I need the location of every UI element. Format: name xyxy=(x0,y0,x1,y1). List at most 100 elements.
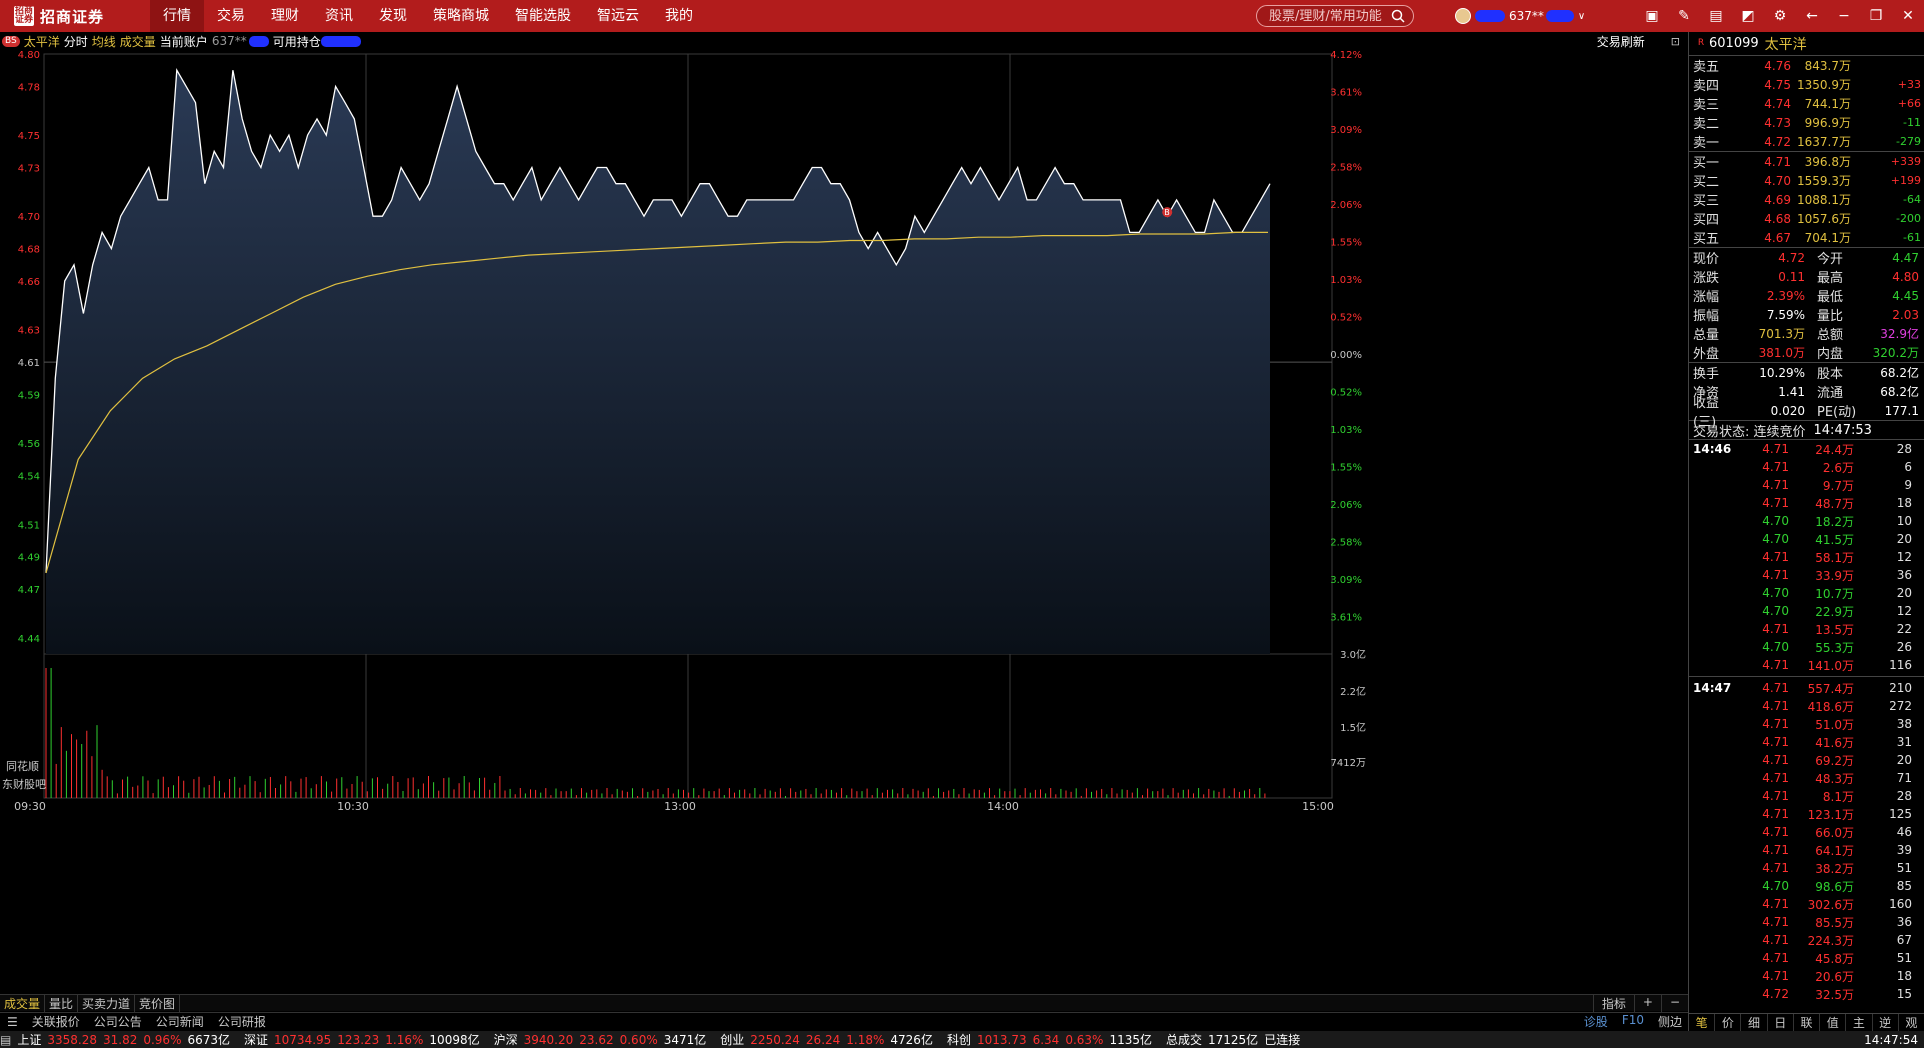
menu-item-8[interactable]: 我的 xyxy=(652,0,706,32)
tick-price: 4.71 xyxy=(1762,753,1789,767)
rz-badge: R xyxy=(1697,38,1705,48)
tick-price: 4.71 xyxy=(1762,622,1789,636)
tick-volume: 557.4万 xyxy=(1807,681,1854,696)
asks-row: 卖二 4.73 996.9万 -11 xyxy=(1689,113,1924,133)
tick-row: 4.71 45.8万 51 xyxy=(1689,949,1924,967)
sidebar-toggle[interactable]: 侧边 xyxy=(1658,1013,1682,1030)
tick-volume: 64.1万 xyxy=(1815,843,1854,858)
tick-volume: 18.2万 xyxy=(1815,514,1854,529)
quote-tab-0[interactable]: 笔 xyxy=(1689,1014,1716,1031)
quote-panel-tabs: 笔价细日联值主逆观 xyxy=(1689,1013,1924,1031)
label-fenshi[interactable]: 分时 xyxy=(64,33,88,50)
menu-item-4[interactable]: 发现 xyxy=(366,0,420,32)
edit-icon[interactable]: ✎ xyxy=(1668,0,1700,32)
diagnose-link[interactable]: 诊股 xyxy=(1584,1013,1608,1030)
f10-link[interactable]: F10 xyxy=(1622,1013,1644,1030)
settings-icon[interactable]: ⊡ xyxy=(1671,35,1680,48)
quote2-value: 0.020 xyxy=(1770,403,1805,418)
price-tick-label: 4.54 xyxy=(18,472,40,483)
intraday-chart[interactable]: 4.80 4.78 4.75 4.73 4.70 4.68 4.66 4.63 4.61 4.59… xyxy=(0,50,1688,982)
chart-svg[interactable]: 4.80 4.78 4.75 4.73 4.70 4.68 4.66 4.63 4.61 4.59… xyxy=(0,50,1688,994)
bs-badge[interactable]: BS xyxy=(2,35,20,47)
tick-row: 4.70 41.5万 20 xyxy=(1689,530,1924,548)
indicator-button[interactable]: 指标 xyxy=(1592,994,1634,1012)
quote-tab-3[interactable]: 日 xyxy=(1768,1014,1794,1031)
quote-tab-5[interactable]: 值 xyxy=(1820,1014,1847,1031)
tick-volume: 33.9万 xyxy=(1815,568,1854,583)
quote-header: R 601099 太平洋 xyxy=(1689,32,1924,56)
box-icon[interactable]: ▤ xyxy=(1700,0,1732,32)
tab-news[interactable]: 公司新闻 xyxy=(149,1013,211,1030)
quote-tab-8[interactable]: 观 xyxy=(1899,1014,1924,1031)
tab-auction[interactable]: 竞价图 xyxy=(135,994,181,1012)
tick-volume: 224.3万 xyxy=(1807,933,1854,948)
chevron-down-icon[interactable]: ∨ xyxy=(1578,11,1585,22)
tick-row: 4.70 22.9万 12 xyxy=(1689,602,1924,620)
menu-item-2[interactable]: 理财 xyxy=(258,0,312,32)
index-name[interactable]: 创业 xyxy=(720,1031,744,1048)
close-icon[interactable]: ✕ xyxy=(1892,0,1924,32)
label-account: 当前账户 xyxy=(159,34,208,49)
indicator-tabs: 成交量 量比 买卖力道 竞价图 指标 + − xyxy=(0,994,1688,1012)
back-icon[interactable]: ← xyxy=(1796,0,1828,32)
restore-icon[interactable]: ❐ xyxy=(1860,0,1892,32)
menu-item-6[interactable]: 智能选股 xyxy=(502,0,584,32)
tick-price: 4.71 xyxy=(1762,843,1789,857)
tab-research[interactable]: 公司研报 xyxy=(211,1013,273,1030)
quote-value2: 4.45 xyxy=(1892,288,1919,303)
volume-tick-label: 3.0亿 xyxy=(1340,648,1366,661)
tick-row: 4.71 48.7万 18 xyxy=(1689,494,1924,512)
tick-count: 51 xyxy=(1896,861,1912,875)
list-icon[interactable]: ☰ xyxy=(0,1015,25,1029)
quote-tab-2[interactable]: 细 xyxy=(1741,1014,1768,1031)
tab-volume[interactable]: 成交量 xyxy=(0,994,46,1012)
menu-item-3[interactable]: 资讯 xyxy=(312,0,366,32)
tick-price: 4.71 xyxy=(1762,771,1789,785)
calendar-icon[interactable]: ▣ xyxy=(1636,0,1668,32)
tick-list[interactable]: 14:46 4.71 24.4万 28 4.71 2.6万 6 4.71 9.7万 9 4.71 48… xyxy=(1689,440,1924,1003)
asks-change: +33 xyxy=(1897,78,1921,91)
search-input[interactable] xyxy=(1269,8,1387,24)
tab-announcements[interactable]: 公司公告 xyxy=(87,1013,149,1030)
search-box[interactable] xyxy=(1256,5,1414,27)
tick-count: 51 xyxy=(1896,951,1912,965)
time-axis-label: 13:00 xyxy=(664,800,696,813)
quote-tab-1[interactable]: 价 xyxy=(1715,1014,1742,1031)
index-name[interactable]: 上证 xyxy=(17,1031,41,1048)
menu-item-5[interactable]: 策略商城 xyxy=(420,0,502,32)
quote2-value2: 177.1 xyxy=(1884,403,1919,418)
user-info[interactable]: 637** ∨ xyxy=(1455,6,1585,26)
quote-row: 总量 701.3万 总额 32.9亿 xyxy=(1689,324,1924,343)
gear-icon[interactable]: ⚙ xyxy=(1764,0,1796,32)
quote-tab-4[interactable]: 联 xyxy=(1794,1014,1821,1031)
tick-row: 4.70 55.3万 26 xyxy=(1689,638,1924,656)
status-menu-icon[interactable]: ▤ xyxy=(0,1033,11,1047)
menu-item-7[interactable]: 智远云 xyxy=(584,0,652,32)
avatar[interactable] xyxy=(1455,8,1471,24)
search-icon[interactable] xyxy=(1391,9,1405,23)
chart-icon[interactable]: ◩ xyxy=(1732,0,1764,32)
quote-tab-6[interactable]: 主 xyxy=(1846,1014,1873,1031)
index-name[interactable]: 科创 xyxy=(947,1031,971,1048)
tab-buysell-force[interactable]: 买卖力道 xyxy=(78,994,136,1012)
tick-volume: 10.7万 xyxy=(1815,586,1854,601)
index-name[interactable]: 深证 xyxy=(244,1031,268,1048)
minimize-icon[interactable]: − xyxy=(1828,0,1860,32)
menu-item-0[interactable]: 行情 xyxy=(150,0,204,32)
zoom-in-button[interactable]: + xyxy=(1633,994,1661,1012)
tick-time: 14:46 xyxy=(1693,442,1732,456)
zoom-out-button[interactable]: − xyxy=(1660,994,1688,1012)
menu-item-1[interactable]: 交易 xyxy=(204,0,258,32)
price-tick-label: 4.66 xyxy=(18,277,40,288)
tab-liangbi[interactable]: 量比 xyxy=(45,994,79,1012)
index-name[interactable]: 沪深 xyxy=(494,1031,518,1048)
quote-tab-7[interactable]: 逆 xyxy=(1873,1014,1899,1031)
label-volume[interactable]: 成交量 xyxy=(120,33,156,50)
tab-related-quote[interactable]: 关联报价 xyxy=(25,1013,87,1030)
tick-count: 12 xyxy=(1896,550,1912,564)
refresh-button[interactable]: 交易刷新 xyxy=(1597,33,1645,50)
info-tabs: ☰ 关联报价 公司公告 公司新闻 公司研报 诊股 F10 侧边 xyxy=(0,1012,1688,1030)
label-junxian[interactable]: 均线 xyxy=(92,33,116,50)
asks-volume: 744.1万 xyxy=(1804,97,1851,111)
tick-row: 4.71 48.3万 71 xyxy=(1689,769,1924,787)
